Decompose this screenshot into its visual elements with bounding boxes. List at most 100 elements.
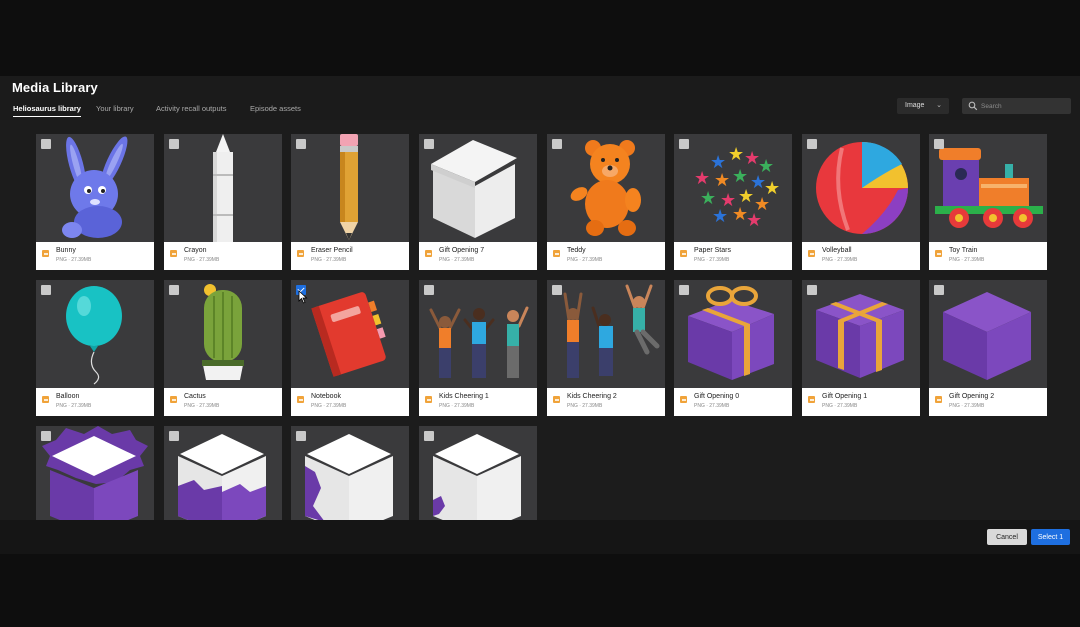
image-file-icon <box>680 396 687 403</box>
tab-heliosaurus-library[interactable]: Heliosaurus library <box>13 104 81 117</box>
card-title: Crayon <box>184 247 207 254</box>
box-torn-2-icon <box>178 434 266 520</box>
select-checkbox[interactable] <box>807 285 817 295</box>
media-card[interactable]: Volleyball PNG · 27.39MB <box>802 134 920 270</box>
select-checkbox[interactable] <box>169 139 179 149</box>
top-letterbox <box>0 0 1080 76</box>
search-input[interactable] <box>981 100 1067 112</box>
select-checkbox[interactable] <box>169 285 179 295</box>
card-info: Paper Stars PNG · 27.39MB <box>674 242 792 270</box>
cancel-button[interactable]: Cancel <box>987 529 1027 545</box>
media-card[interactable]: Kids Cheering 1 PNG · 27.39MB <box>419 280 537 416</box>
svg-text:★: ★ <box>694 168 710 189</box>
card-info: Notebook PNG · 27.39MB <box>291 388 409 416</box>
select-checkbox[interactable] <box>552 139 562 149</box>
search-icon <box>968 101 978 111</box>
select-checkbox[interactable] <box>41 431 51 441</box>
select-checkbox[interactable] <box>679 285 689 295</box>
thumbnail <box>419 426 537 520</box>
media-card[interactable]: Teddy PNG · 27.39MB <box>547 134 665 270</box>
card-title: Bunny <box>56 247 76 254</box>
media-card[interactable] <box>164 426 282 520</box>
select-checkbox[interactable] <box>296 139 306 149</box>
card-meta: PNG · 27.39MB <box>949 403 985 409</box>
media-card[interactable]: Notebook PNG · 27.39MB <box>291 280 409 416</box>
white-box-icon <box>431 140 517 238</box>
thumbnail <box>802 134 920 242</box>
tab-your-library[interactable]: Your library <box>96 104 134 113</box>
select-checkbox[interactable] <box>41 285 51 295</box>
tab-activity-recall-outputs[interactable]: Activity recall outputs <box>156 104 226 113</box>
select-checkbox[interactable] <box>552 285 562 295</box>
image-file-icon <box>808 250 815 257</box>
image-file-icon <box>170 396 177 403</box>
media-card[interactable]: Eraser Pencil PNG · 27.39MB <box>291 134 409 270</box>
thumbnail <box>36 280 154 388</box>
card-meta: PNG · 27.39MB <box>694 257 730 263</box>
card-info: Gift Opening 7 PNG · 27.39MB <box>419 242 537 270</box>
image-file-icon <box>808 396 815 403</box>
image-file-icon <box>297 250 304 257</box>
media-card[interactable]: Gift Opening 2 PNG · 27.39MB <box>929 280 1047 416</box>
select-checkbox[interactable] <box>424 285 434 295</box>
card-title: Eraser Pencil <box>311 247 353 254</box>
media-card[interactable] <box>291 426 409 520</box>
card-title: Balloon <box>56 393 80 400</box>
stars-icon: ★ ★ ★★ ★ ★ ★ ★ ★★ ★ ★ ★★ ★★ <box>694 144 780 231</box>
gift-bow-icon <box>688 286 774 380</box>
media-card[interactable] <box>419 426 537 520</box>
image-file-icon <box>42 396 49 403</box>
media-card[interactable]: Gift Opening 0 PNG · 27.39MB <box>674 280 792 416</box>
kids-jumping-icon <box>563 284 660 378</box>
media-card[interactable]: Bunny PNG · 27.39MB <box>36 134 154 270</box>
image-file-icon <box>553 396 560 403</box>
media-card[interactable]: Toy Train PNG · 27.39MB <box>929 134 1047 270</box>
card-info: Gift Opening 1 PNG · 27.39MB <box>802 388 920 416</box>
select-checkbox[interactable] <box>41 139 51 149</box>
image-file-icon <box>680 250 687 257</box>
card-info: Eraser Pencil PNG · 27.39MB <box>291 242 409 270</box>
media-card[interactable]: Gift Opening 1 PNG · 27.39MB <box>802 280 920 416</box>
select-checkbox[interactable] <box>169 431 179 441</box>
select-checkbox[interactable] <box>934 285 944 295</box>
media-card[interactable]: Balloon PNG · 27.39MB <box>36 280 154 416</box>
select-button[interactable]: Select 1 <box>1031 529 1070 545</box>
thumbnail <box>164 134 282 242</box>
thumbnail <box>291 426 409 520</box>
select-checkbox[interactable] <box>424 431 434 441</box>
search-box[interactable] <box>962 98 1071 114</box>
card-meta: PNG · 27.39MB <box>311 257 347 263</box>
ball-icon <box>816 141 908 234</box>
card-title: Gift Opening 1 <box>822 393 868 400</box>
type-filter-select[interactable]: Image ⌄ <box>897 98 949 114</box>
thumbnail <box>547 280 665 388</box>
card-info: Balloon PNG · 27.39MB <box>36 388 154 416</box>
image-file-icon <box>935 250 942 257</box>
card-meta: PNG · 27.39MB <box>311 403 347 409</box>
select-checkbox[interactable] <box>424 139 434 149</box>
select-checkbox[interactable] <box>807 139 817 149</box>
thumbnail <box>419 134 537 242</box>
media-card[interactable]: Gift Opening 7 PNG · 27.39MB <box>419 134 537 270</box>
media-card[interactable]: Cactus PNG · 27.39MB <box>164 280 282 416</box>
crayon-icon <box>213 134 233 242</box>
media-card[interactable]: Crayon PNG · 27.39MB <box>164 134 282 270</box>
media-card[interactable]: Kids Cheering 2 PNG · 27.39MB <box>547 280 665 416</box>
select-checkbox[interactable] <box>934 139 944 149</box>
thumbnail <box>547 134 665 242</box>
media-card[interactable] <box>36 426 154 520</box>
image-file-icon <box>42 250 49 257</box>
media-card[interactable]: ★ ★ ★ ★ ★ ★ ★ ★ ★ ★ ★ ★ ★ ★ ★ ★ Paper Stars PNG … <box>674 134 792 270</box>
train-icon <box>935 148 1043 228</box>
card-info: Gift Opening 2 PNG · 27.39MB <box>929 388 1047 416</box>
image-file-icon <box>170 250 177 257</box>
select-checkbox[interactable] <box>679 139 689 149</box>
select-checkbox[interactable] <box>296 431 306 441</box>
card-title: Kids Cheering 1 <box>439 393 489 400</box>
thumbnail <box>674 280 792 388</box>
card-title: Volleyball <box>822 247 852 254</box>
card-meta: PNG · 27.39MB <box>822 403 858 409</box>
thumbnail <box>419 280 537 388</box>
thumbnail <box>929 134 1047 242</box>
tab-episode-assets[interactable]: Episode assets <box>250 104 301 113</box>
